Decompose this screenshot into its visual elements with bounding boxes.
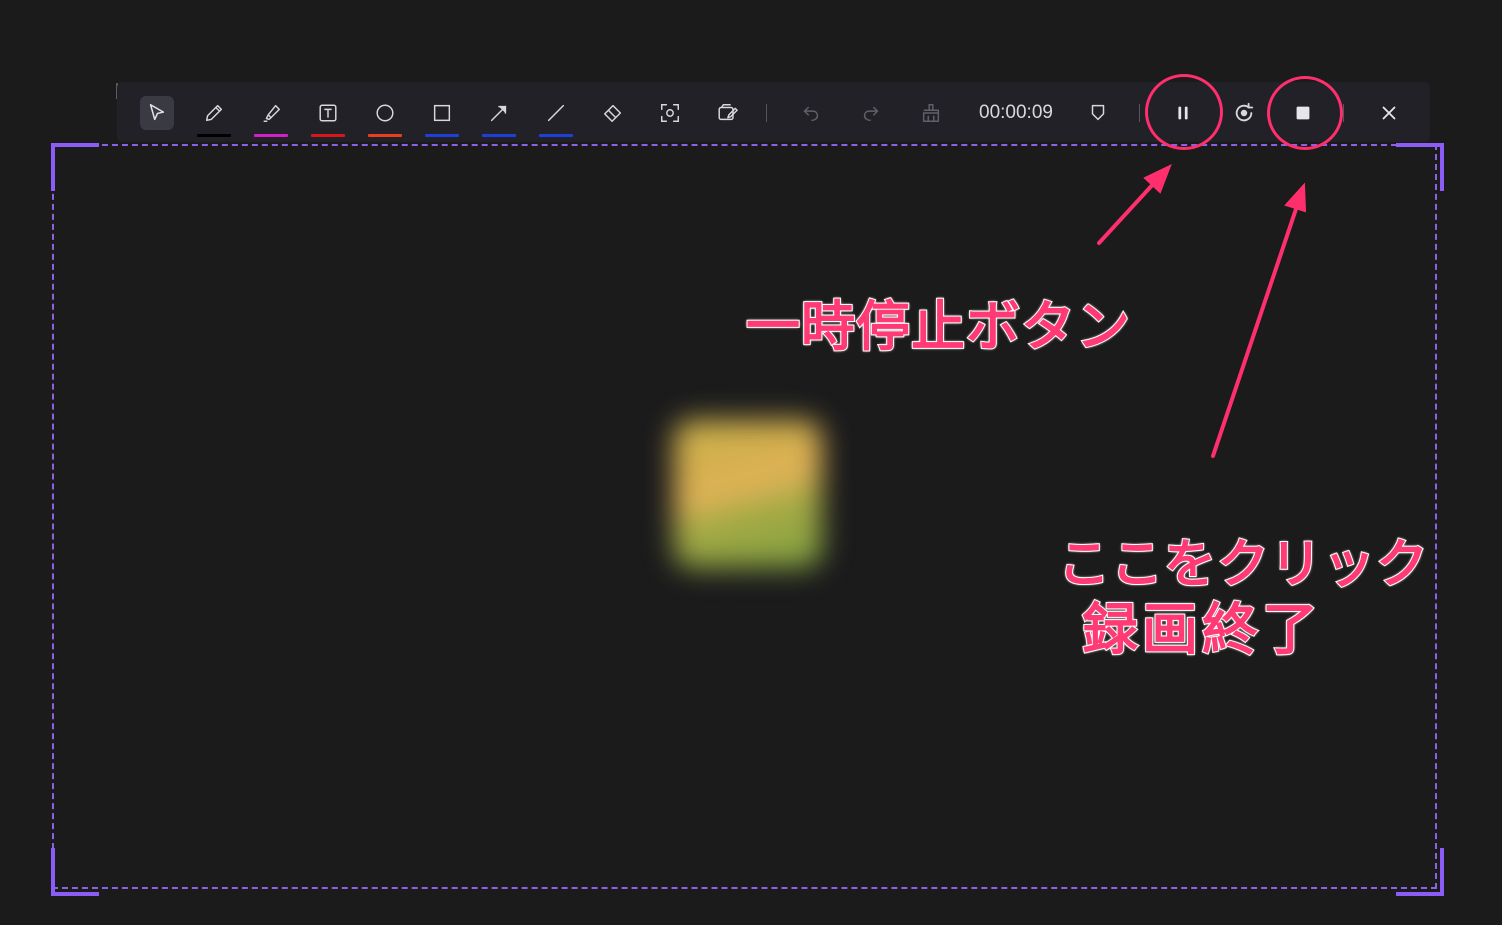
close-toolbar-button[interactable]: [1372, 96, 1406, 130]
screen-recorder-stage: 00:00:09 一時停止ボタン ここをクリック 録画終了: [0, 0, 1502, 925]
restart-icon: [1235, 102, 1254, 122]
rectangle-color-indicator: [425, 134, 459, 137]
toolbar-divider: [1343, 104, 1344, 122]
pencil-icon: [205, 104, 223, 122]
recording-toolbar: 00:00:09: [117, 82, 1430, 142]
line-icon: [547, 104, 565, 122]
close-icon: [1382, 106, 1396, 120]
screenshot-icon: [661, 104, 679, 122]
eraser-icon: [604, 104, 622, 122]
select-tool-button[interactable]: [140, 96, 174, 130]
pause-highlight-ring: [1145, 74, 1223, 150]
clear-icon: [922, 104, 940, 122]
arrow-icon: [490, 105, 507, 122]
circle-color-indicator: [368, 134, 402, 137]
undo-button[interactable]: [794, 96, 828, 130]
line-tool-button[interactable]: [539, 96, 573, 137]
highlighter-color-indicator: [254, 134, 288, 137]
toolbar-divider: [1139, 104, 1140, 122]
blurred-window-content: [674, 420, 822, 568]
circle-tool-button[interactable]: [368, 96, 402, 137]
stop-button-callout-line2: 録画終了: [1081, 597, 1322, 664]
recording-timer: 00:00:09: [979, 102, 1053, 123]
shield-button[interactable]: [1081, 96, 1115, 130]
clear-annotations-button[interactable]: [914, 96, 948, 130]
screenshot-tool-button[interactable]: [653, 96, 687, 130]
resize-handle-bottom-right[interactable]: [1396, 848, 1444, 896]
highlighter-tool-button[interactable]: [254, 96, 288, 137]
highlighter-icon: [263, 104, 280, 122]
text-color-indicator: [311, 134, 345, 137]
circle-icon: [376, 104, 394, 122]
redo-icon: [863, 106, 879, 122]
toolbar-divider: [766, 104, 767, 122]
whiteboard-tool-button[interactable]: [710, 96, 744, 130]
undo-icon: [803, 106, 819, 122]
shield-icon: [1091, 104, 1105, 121]
pause-button-callout: 一時停止ボタン: [745, 294, 1131, 359]
pen-tool-button[interactable]: [197, 96, 231, 137]
line-color-indicator: [539, 134, 573, 137]
whiteboard-icon: [718, 104, 738, 121]
resize-handle-bottom-left[interactable]: [51, 848, 99, 896]
text-tool-button[interactable]: [311, 96, 345, 137]
eraser-tool-button[interactable]: [596, 96, 630, 130]
text-box-icon: [319, 104, 337, 122]
resize-handle-top-right[interactable]: [1396, 143, 1444, 191]
restart-recording-button[interactable]: [1227, 96, 1261, 130]
rectangle-tool-button[interactable]: [425, 96, 459, 137]
cursor-arrow-icon: [149, 104, 165, 121]
arrow-color-indicator: [482, 134, 516, 137]
arrow-tool-button[interactable]: [482, 96, 516, 137]
resize-handle-top-left[interactable]: [51, 143, 99, 191]
rectangle-icon: [433, 104, 451, 122]
redo-button[interactable]: [854, 96, 888, 130]
stop-highlight-ring: [1267, 76, 1343, 150]
pen-color-indicator: [197, 134, 231, 137]
